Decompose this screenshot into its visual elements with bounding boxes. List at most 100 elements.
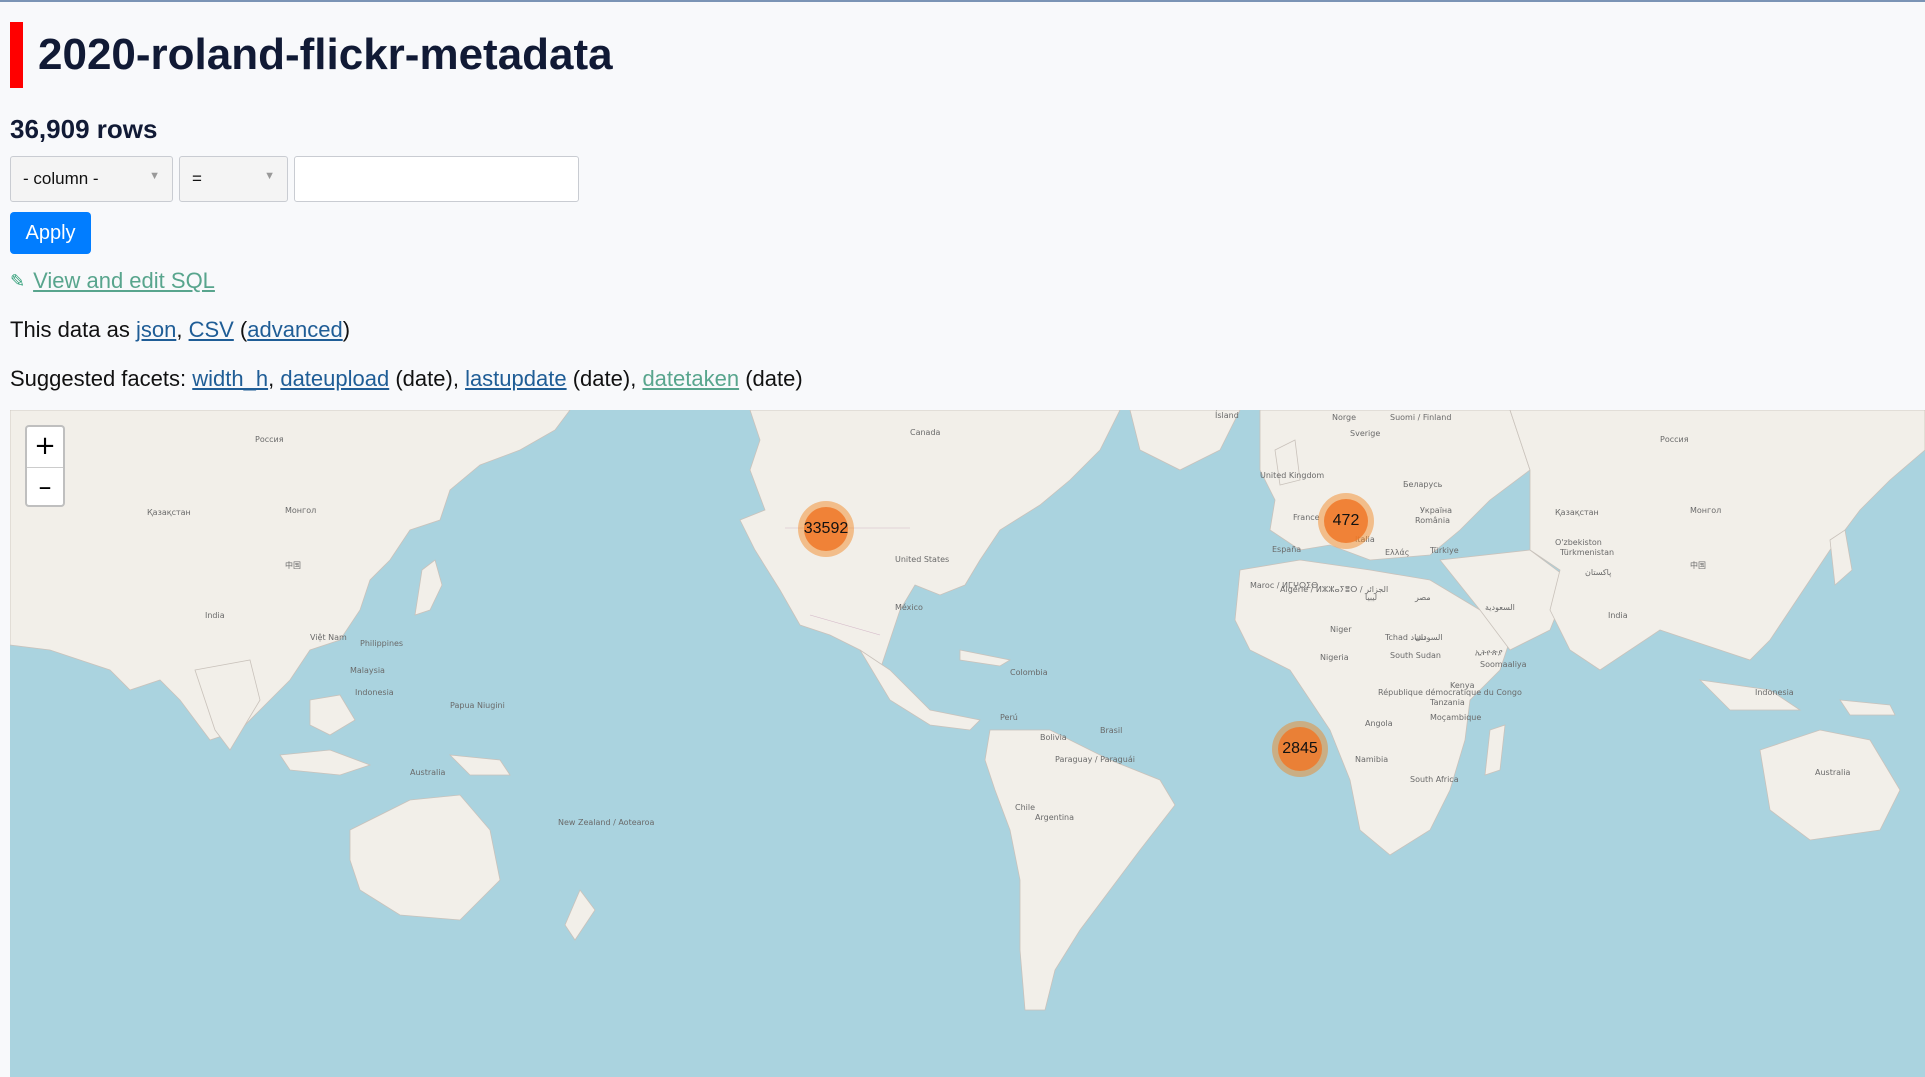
landmass-central-america: [859, 649, 981, 731]
operator-select[interactable]: = ▼: [179, 156, 288, 202]
export-json-link[interactable]: json: [136, 317, 176, 342]
facet-link-lastupdate[interactable]: lastupdate: [465, 366, 567, 391]
map-label-ethiopia: ኢትዮጵያ: [1475, 648, 1503, 657]
map-label-united-kingdom: United Kingdom: [1260, 471, 1324, 480]
view-edit-sql: ✎ View and edit SQL: [10, 268, 215, 294]
chevron-down-icon: ▼: [149, 170, 160, 182]
map-label-indonesia-right: Indonesia: [1755, 688, 1794, 697]
map-label-united-states: United States: [895, 555, 949, 564]
map-cluster-europe[interactable]: 472: [1318, 493, 1374, 549]
filter-value-input[interactable]: [294, 156, 579, 202]
map-label-kazakhstan-right: Қазақстан: [1555, 508, 1599, 517]
map-cluster-us-west[interactable]: 33592: [798, 501, 854, 557]
facet-link-width-h[interactable]: width_h: [192, 366, 268, 391]
page-header: 2020-roland-flickr-metadata: [10, 22, 613, 88]
map-label-turkmenistan: Türkmenistan: [1559, 548, 1614, 557]
landmass-australia-left: [349, 794, 501, 921]
landmass-japan-left: [414, 559, 443, 616]
map-cluster-count: 2845: [1278, 727, 1322, 771]
map-label-china-right: 中国: [1690, 560, 1706, 570]
map-label-canada: Canada: [910, 428, 941, 437]
facet-suffix: (date): [395, 366, 453, 391]
map-label-sverige: Sverige: [1350, 429, 1380, 438]
map-label-bolivia: Bolivia: [1040, 733, 1067, 742]
map[interactable]: Canada United States México Colombia Per…: [10, 410, 1925, 1077]
map-cluster-count: 472: [1324, 499, 1368, 543]
facet-link-dateupload[interactable]: dateupload: [280, 366, 389, 391]
map-tiles: Canada United States México Colombia Per…: [10, 410, 1925, 1011]
map-label-belarus: Беларусь: [1403, 480, 1443, 489]
map-label-australia-left: Australia: [410, 768, 445, 777]
map-label-mongolia-right: Монгол: [1690, 506, 1721, 515]
landmass-australia-right: [1759, 729, 1901, 841]
export-csv-link[interactable]: CSV: [189, 317, 234, 342]
map-label-chile: Chile: [1015, 803, 1035, 812]
map-label-south-sudan: South Sudan: [1390, 651, 1441, 660]
map-label-sudan: السودان: [1415, 633, 1443, 642]
pencil-icon: ✎: [10, 270, 26, 291]
map-label-australia-right: Australia: [1815, 768, 1850, 777]
landmass-japan-right: [1829, 529, 1853, 586]
map-label-niger: Niger: [1330, 625, 1352, 634]
map-label-greece: Ελλάς: [1385, 548, 1410, 557]
filter-row: - column - ▼ = ▼: [10, 156, 579, 202]
landmass-borneo-left: [309, 694, 356, 736]
map-label-russia-right: Россия: [1660, 435, 1689, 444]
map-label-ukraine: Україна: [1420, 506, 1452, 515]
map-label-philippines: Philippines: [360, 639, 403, 648]
map-label-namibia: Namibia: [1355, 755, 1388, 764]
map-label-mongolia-left: Монгол: [285, 506, 316, 515]
map-label-tanzania: Tanzania: [1429, 698, 1465, 707]
export-advanced-link[interactable]: advanced: [247, 317, 342, 342]
map-label-south-africa: South Africa: [1410, 775, 1459, 784]
chevron-down-icon: ▼: [264, 170, 275, 182]
map-label-libya: ليبيا: [1365, 593, 1377, 602]
landmass-indonesia-left: [279, 749, 372, 776]
map-label-mozambique: Moçambique: [1430, 713, 1481, 722]
map-label-espana: España: [1272, 545, 1301, 554]
map-label-new-zealand: New Zealand / Aotearoa: [558, 818, 655, 827]
landmass-papua-right: [1839, 699, 1896, 716]
facets-prefix: Suggested facets:: [10, 366, 187, 391]
map-label-brasil: Brasil: [1100, 726, 1122, 735]
landmass-south-america: [984, 729, 1176, 1011]
column-select-value: - column -: [23, 169, 99, 188]
map-label-kenya: Kenya: [1450, 681, 1475, 690]
facet-link-datetaken[interactable]: datetaken: [642, 366, 739, 391]
suggested-facets: Suggested facets: width_h, dateupload (d…: [10, 366, 803, 391]
view-edit-sql-link[interactable]: View and edit SQL: [33, 268, 215, 294]
map-label-france: France: [1293, 513, 1320, 522]
landmass-north-america: [739, 410, 1121, 671]
zoom-in-button[interactable]: +: [27, 427, 63, 468]
map-label-indonesia-left: Indonesia: [355, 688, 394, 697]
map-cluster-africa[interactable]: 2845: [1272, 721, 1328, 777]
landmass-asia-left: [10, 410, 571, 741]
map-label-peru: Perú: [1000, 713, 1018, 722]
row-count: 36,909 rows: [10, 114, 158, 144]
landmass-cuba: [959, 649, 1012, 667]
map-label-romania: România: [1415, 516, 1450, 525]
export-links: This data as json, CSV (advanced): [10, 317, 351, 342]
zoom-out-button[interactable]: –: [27, 468, 63, 508]
map-label-colombia: Colombia: [1010, 668, 1048, 677]
map-label-paraguay: Paraguay / Paraguái: [1055, 755, 1135, 764]
landmass-madagascar: [1484, 724, 1506, 776]
map-label-viet-nam: Việt Nam: [310, 632, 347, 642]
map-label-kazakhstan-left: Қазақстан: [147, 508, 191, 517]
landmass-nz: [564, 889, 596, 941]
facet-suffix: (date): [572, 366, 631, 391]
map-label-egypt: مصر: [1414, 593, 1431, 602]
map-label-india-right: India: [1608, 611, 1628, 620]
map-label-russia-left: Россия: [255, 435, 284, 444]
zoom-control: + –: [25, 425, 65, 507]
column-select[interactable]: - column - ▼: [10, 156, 173, 202]
map-label-turkiye: Türkiye: [1429, 546, 1459, 555]
map-label-saudi: السعودية: [1485, 603, 1515, 612]
landmass-papua-left: [448, 754, 511, 776]
page-title: 2020-roland-flickr-metadata: [38, 30, 613, 79]
top-border: [0, 0, 1925, 2]
map-label-island: Ísland: [1215, 410, 1239, 420]
title-accent-bar: [10, 22, 23, 88]
map-label-maroc: Maroc / ⵍⵎⵖⵔⵉⴱ: [1250, 581, 1318, 590]
apply-button[interactable]: Apply: [10, 212, 91, 254]
